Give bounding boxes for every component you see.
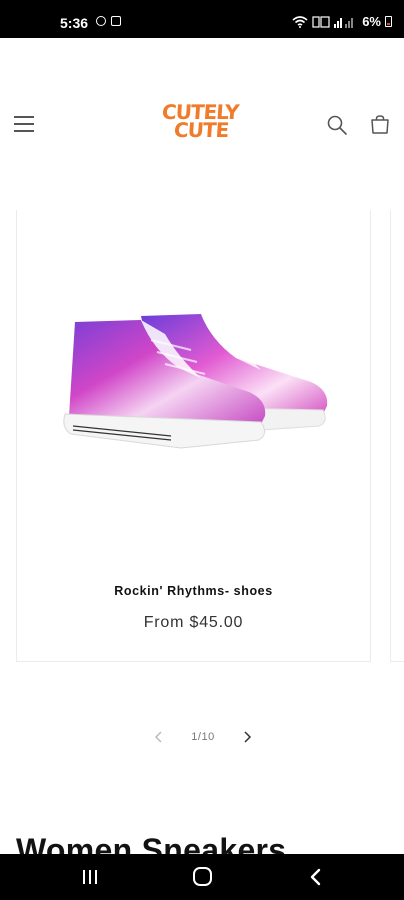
product-price: From $45.00 [143,614,244,631]
signal-icon [334,17,354,28]
menu-icon [14,116,34,118]
image-icon [111,16,121,26]
product-card[interactable]: Rockin' Rhythms- shoes From $45.00 [16,210,371,662]
status-right: 6% [292,14,392,29]
previous-slide-button[interactable] [152,729,166,745]
status-time: 5:36 [60,15,89,31]
status-left-icons [96,16,121,26]
next-slide-button[interactable] [240,729,254,745]
product-image[interactable] [61,310,333,460]
site-header: CUTELY CUTE [0,38,404,210]
back-button[interactable] [308,867,324,887]
chevron-right-icon [244,731,252,743]
recent-apps-icon [83,870,85,884]
cart-icon [371,115,389,134]
battery-percent: 6% [362,14,381,29]
battery-icon [385,16,392,27]
navigation-bar [0,854,404,900]
status-bar: 5:36 6% [0,0,404,38]
slider-controls: 1/10 [0,725,404,751]
wifi-icon [292,15,308,28]
menu-button[interactable] [14,114,36,134]
recent-apps-button[interactable] [80,868,100,886]
next-product-card-edge[interactable] [390,210,404,662]
home-button[interactable] [193,867,212,886]
chevron-left-icon [154,731,162,743]
product-title[interactable]: Rockin' Rhythms- shoes [17,584,370,598]
search-icon [327,115,347,135]
site-logo[interactable]: CUTELY CUTE [160,100,248,144]
back-icon [310,868,321,886]
cart-button[interactable] [369,114,391,136]
dollar-icon [96,16,106,26]
search-button[interactable] [326,114,348,136]
logo-line2: CUTE [173,118,230,142]
slide-counter: 1/10 [191,731,215,743]
volte-icon [312,15,330,28]
